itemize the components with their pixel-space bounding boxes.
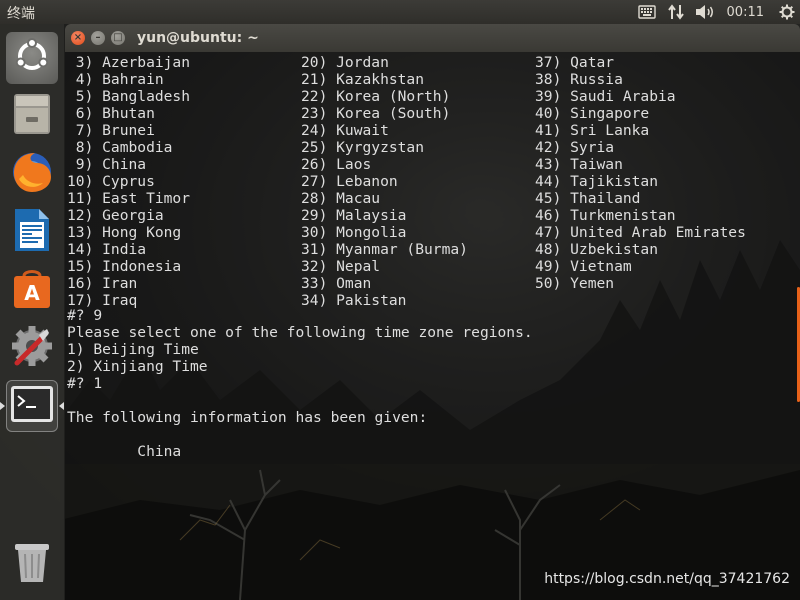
terminal-line-question: Please select one of the following time … (67, 324, 533, 341)
software-bag-icon: A (11, 266, 53, 314)
terminal-content[interactable]: 3) Azerbaijan 20) Jordan 37) Qatar 4) Bahr… (65, 52, 800, 464)
close-button[interactable]: × (71, 31, 85, 45)
country-entry: 30) Mongolia (301, 224, 407, 241)
country-entry: 10) Cyprus (67, 173, 155, 190)
terminal-line-prompt1: #? 9 (67, 307, 103, 324)
country-entry: 42) Syria (535, 139, 615, 156)
launcher-item-ubuntu-software[interactable]: A (6, 264, 58, 316)
country-entry: 50) Yemen (535, 275, 615, 292)
country-entry: 29) Malaysia (301, 207, 407, 224)
terminal-line-option1: 1) Beijing Time (67, 341, 199, 358)
country-entry: 24) Kuwait (301, 122, 389, 139)
country-entry: 6) Bhutan (67, 105, 155, 122)
ubuntu-logo-icon (12, 36, 52, 80)
country-entry: 23) Korea (South) (301, 105, 451, 122)
active-app-title: 终端 (7, 6, 35, 22)
svg-text:A: A (24, 281, 40, 305)
country-entry: 44) Tajikistan (535, 173, 659, 190)
country-entry: 45) Thailand (535, 190, 641, 207)
country-entry: 27) Lebanon (301, 173, 398, 190)
launcher-item-terminal[interactable] (6, 380, 58, 432)
settings-gear-icon[interactable] (774, 0, 800, 24)
network-icon[interactable] (661, 0, 691, 24)
country-entry: 31) Myanmar (Burma) (301, 241, 468, 258)
country-entry: 22) Korea (North) (301, 88, 451, 105)
country-entry: 38) Russia (535, 71, 623, 88)
country-entry: 48) Uzbekistan (535, 241, 659, 258)
country-entry: 43) Taiwan (535, 156, 623, 173)
country-entry: 37) Qatar (535, 54, 615, 71)
launcher: A (0, 24, 65, 600)
file-cabinet-icon (10, 92, 54, 140)
terminal-window: × – □ yun@ubuntu: ~ 3) Azerbaijan 20) Jor… (65, 24, 800, 464)
country-entry: 11) East Timor (67, 190, 191, 207)
country-entry: 8) Cambodia (67, 139, 173, 156)
terminal-line-info: The following information has been given… (67, 409, 428, 426)
launcher-item-trash[interactable] (6, 538, 58, 590)
window-title: yun@ubuntu: ~ (137, 30, 259, 46)
watermark-url: https://blog.csdn.net/qq_37421762 (544, 571, 790, 587)
country-entry: 46) Turkmenistan (535, 207, 676, 224)
country-entry: 25) Kyrgyzstan (301, 139, 425, 156)
minimize-icon: – (95, 32, 101, 43)
trash-icon (12, 540, 52, 588)
terminal-line-given-country: China (67, 443, 182, 460)
launcher-item-libreoffice-writer[interactable] (6, 206, 58, 258)
country-entry: 21) Kazakhstan (301, 71, 425, 88)
launcher-item-system-settings[interactable] (6, 322, 58, 374)
writer-document-icon (11, 207, 53, 257)
launcher-item-files[interactable] (6, 90, 58, 142)
country-entry: 7) Brunei (67, 122, 155, 139)
country-entry: 16) Iran (67, 275, 138, 292)
terminal-line-prompt2: #? 1 (67, 375, 103, 392)
country-entry: 33) Oman (301, 275, 372, 292)
country-entry: 34) Pakistan (301, 292, 407, 309)
firefox-icon (9, 149, 55, 199)
country-entry: 20) Jordan (301, 54, 389, 71)
running-indicator-left (0, 402, 5, 410)
country-entry: 28) Macau (301, 190, 381, 207)
window-titlebar[interactable]: × – □ yun@ubuntu: ~ (65, 24, 800, 52)
clock[interactable]: 00:11 (719, 0, 774, 24)
country-entry: 39) Saudi Arabia (535, 88, 676, 105)
country-entry: 40) Singapore (535, 105, 650, 122)
country-entry: 4) Bahrain (67, 71, 164, 88)
maximize-button[interactable]: □ (111, 31, 125, 45)
country-entry: 15) Indonesia (67, 258, 182, 275)
country-entry: 49) Vietnam (535, 258, 632, 275)
country-entry: 9) China (67, 156, 147, 173)
launcher-item-ubuntu-dash[interactable] (6, 32, 58, 84)
top-panel: 终端 00:11 (0, 0, 800, 24)
country-entry: 13) Hong Kong (67, 224, 182, 241)
maximize-icon: □ (113, 32, 123, 43)
country-entry: 32) Nepal (301, 258, 381, 275)
settings-tools-icon (9, 323, 55, 373)
volume-icon[interactable] (691, 0, 719, 24)
minimize-button[interactable]: – (91, 31, 105, 45)
country-entry: 3) Azerbaijan (67, 54, 191, 71)
country-entry: 14) India (67, 241, 147, 258)
terminal-line-option2: 2) Xinjiang Time (67, 358, 208, 375)
launcher-item-firefox[interactable] (6, 148, 58, 200)
indicator-area: 00:11 (633, 0, 800, 24)
country-entry: 41) Sri Lanka (535, 122, 650, 139)
keyboard-icon[interactable] (633, 0, 661, 24)
terminal-icon (10, 384, 54, 428)
country-entry: 12) Georgia (67, 207, 164, 224)
country-entry: 26) Laos (301, 156, 372, 173)
close-icon: × (73, 32, 83, 43)
focus-indicator-right (59, 402, 64, 410)
country-entry: 47) United Arab Emirates (535, 224, 746, 241)
country-entry: 5) Bangladesh (67, 88, 191, 105)
